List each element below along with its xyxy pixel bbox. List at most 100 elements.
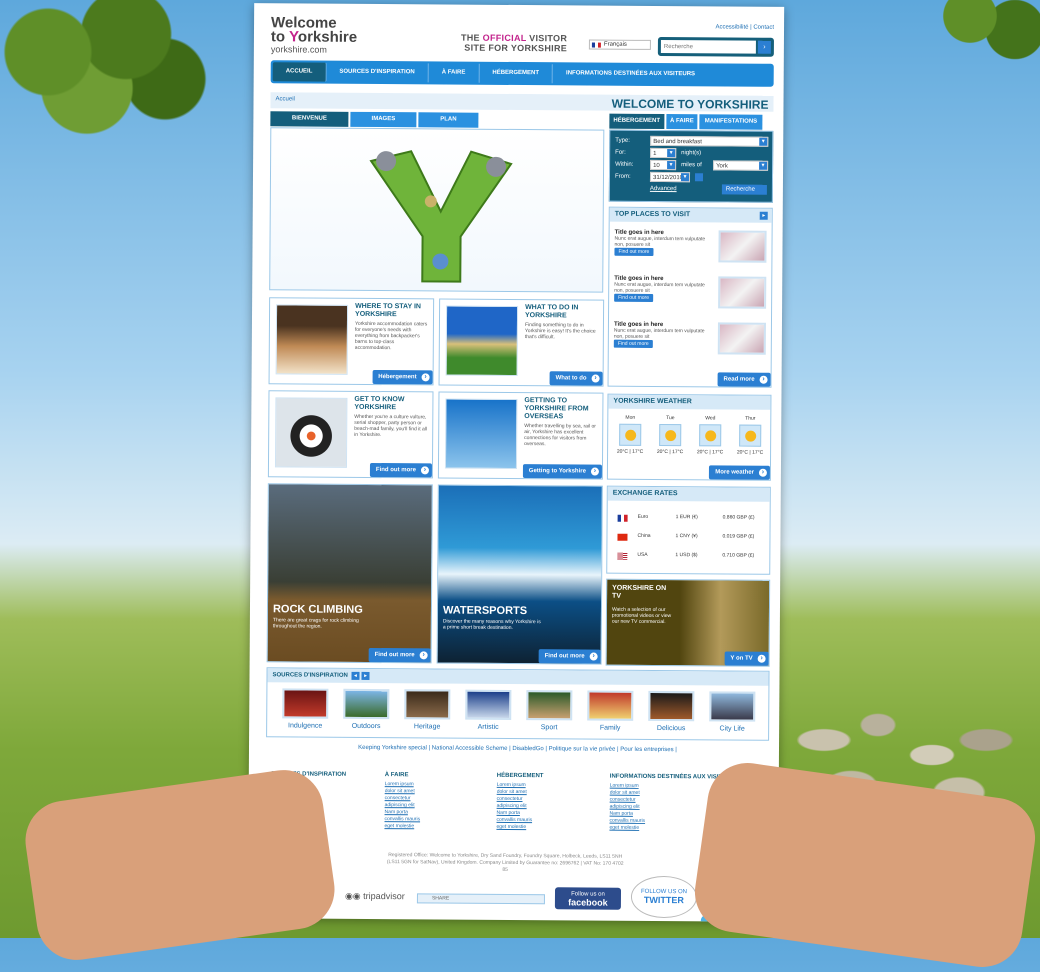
tab-plan[interactable]: PLAN: [418, 112, 479, 128]
arrow-right-icon[interactable]: ▸: [759, 211, 768, 220]
breadcrumb-bar: Accueil WELCOME TO YORKSHIRE: [270, 92, 774, 112]
tripadvisor-logo[interactable]: ◉◉ tripadvisor: [345, 891, 405, 902]
logo-url: yorkshire.com: [270, 44, 327, 55]
what-to-do-button[interactable]: What to do: [549, 371, 603, 386]
footer-link[interactable]: eget molestie: [496, 824, 543, 831]
weather-day: Mon 20°C | 17°C: [612, 415, 648, 455]
nav-hebergement[interactable]: HÉBERGEMENT: [479, 63, 554, 84]
yorkshire-on-tv-panel[interactable]: YORKSHIRE ON TV Watch a selection of our…: [605, 578, 771, 667]
nav-sources-inspiration[interactable]: SOURCES D'INSPIRATION: [326, 62, 429, 83]
inspiration-item[interactable]: Family: [584, 690, 636, 732]
find-out-more-button[interactable]: Find out more: [369, 462, 432, 478]
search-go-icon[interactable]: ›: [757, 40, 771, 54]
tab-bienvenue[interactable]: BIENVENUE: [270, 111, 349, 127]
more-weather-button[interactable]: More weather: [709, 465, 770, 480]
promo-desc: Discover the many reasons why Yorkshire …: [442, 618, 541, 631]
promo-watersports[interactable]: WATERSPORTS Discover the many reasons wh…: [436, 484, 603, 665]
currency-value: 0.710 GBP (£): [722, 552, 755, 559]
place-item: Title goes in here Nunc erat augue, inte…: [614, 276, 768, 321]
exchange-row: USA 1 USD ($) 0.710 GBP (£): [617, 552, 767, 563]
y-on-tv-button[interactable]: Y on TV: [724, 651, 769, 666]
footer-links[interactable]: Keeping Yorkshire special | National Acc…: [266, 744, 769, 754]
find-out-more-button[interactable]: Find out more: [538, 649, 601, 664]
inspiration-label: Sport: [540, 724, 558, 732]
type-select[interactable]: Bed and breakfast: [650, 135, 769, 147]
place-desc: Nunc erat augue, interdum tem vulputate …: [614, 281, 705, 294]
yorkshire-y-illustration: [369, 150, 513, 283]
find-out-more-button[interactable]: Find out more: [613, 339, 653, 348]
promo-rock-climbing[interactable]: ROCK CLIMBING There are great crags for …: [266, 483, 433, 664]
arrow-left-icon[interactable]: ◂: [351, 671, 360, 680]
calendar-icon[interactable]: [694, 173, 704, 182]
read-more-button[interactable]: Read more: [717, 372, 771, 387]
hebergement-button[interactable]: Hébergement: [372, 369, 433, 385]
nav-accueil[interactable]: ACCUEIL: [272, 62, 327, 82]
breadcrumb[interactable]: Accueil: [276, 96, 295, 102]
inspiration-item[interactable]: City Life: [706, 691, 758, 733]
tab-images[interactable]: IMAGES: [350, 111, 417, 128]
exchange-row: China 1 CNY (¥) 0.019 GBP (£): [617, 533, 767, 544]
nav-a-faire[interactable]: À FAIRE: [428, 63, 480, 83]
tab-manifestations[interactable]: MANIFESTATIONS: [699, 114, 763, 130]
inspiration-thumb: [282, 688, 329, 719]
inspiration-item[interactable]: Sport: [523, 690, 575, 731]
main-nav: ACCUEIL SOURCES D'INSPIRATION À FAIRE HÉBER…: [270, 60, 774, 87]
facebook-button[interactable]: Follow us on facebook: [554, 887, 622, 910]
currency-value: 0.860 GBP (£): [722, 514, 755, 521]
tab-a-faire[interactable]: À FAIRE: [666, 114, 698, 130]
type-label: Type:: [615, 137, 630, 144]
search-input[interactable]: [660, 40, 756, 54]
inspiration-item[interactable]: Heritage: [401, 689, 453, 730]
weather-day-name: Wed: [705, 415, 716, 422]
tree-foliage-right: [910, 0, 1040, 70]
weather-title: YORKSHIRE WEATHER: [608, 394, 771, 410]
hotel-room-image[interactable]: [275, 304, 349, 375]
inspiration-item[interactable]: Delicious: [645, 690, 697, 732]
inspiration-thumb: [709, 691, 756, 722]
nav-informations[interactable]: INFORMATIONS DESTINÉES AUX VISITEURS: [553, 64, 708, 84]
inspiration-item[interactable]: Outdoors: [340, 688, 392, 730]
arrow-right-icon[interactable]: ▸: [361, 671, 370, 680]
inspiration-item[interactable]: Artistic: [462, 689, 514, 731]
card-desc: Yorkshire accommodation caters for every…: [354, 320, 428, 352]
inspiration-label: Indulgence: [287, 722, 323, 730]
booking-search-button[interactable]: Recherche: [721, 184, 767, 195]
tv-desc: Watch a selection of our promotional vid…: [611, 606, 672, 626]
share-label: SHARE: [431, 895, 450, 902]
tagline-post: VISITOR: [526, 33, 568, 44]
place-thumbnail[interactable]: [718, 276, 767, 309]
inspiration-strip: SOURCES D'INSPIRATION ◂ ▸ Indulgence Outd…: [266, 667, 770, 741]
card-title: GET TO KNOW YORKSHIRE: [354, 395, 405, 412]
card-title: WHAT TO DO IN YORKSHIRE: [525, 304, 579, 320]
inspiration-thumb: [465, 689, 512, 720]
advanced-link[interactable]: Advanced: [650, 184, 677, 194]
share-bar[interactable]: SHARE: [416, 893, 545, 905]
find-out-more-button[interactable]: Find out more: [614, 293, 654, 302]
sun-cloud-icon: [699, 424, 722, 447]
card-desc: Whether you're a culture vulture, serial…: [354, 413, 428, 439]
inspiration-item[interactable]: Indulgence: [279, 688, 331, 730]
inspiration-thumb: [587, 690, 634, 721]
airplane-image[interactable]: [444, 398, 518, 470]
miles-select[interactable]: 10: [650, 159, 677, 171]
top-links[interactable]: Accessibilité | Contact: [715, 24, 774, 30]
twitter-button[interactable]: FOLLOW US ON TWITTER: [630, 875, 698, 919]
logo-to: to: [270, 28, 290, 46]
find-out-more-button[interactable]: Find out more: [614, 247, 654, 256]
site-logo[interactable]: Welcome to Yorkshire yorkshire.com: [270, 14, 357, 56]
nights-select[interactable]: 1: [650, 147, 677, 159]
getting-to-yorkshire-button[interactable]: Getting to Yorkshire: [522, 464, 602, 479]
place-thumbnail[interactable]: [718, 230, 767, 263]
find-out-more-button[interactable]: Find out more: [368, 647, 431, 663]
puffin-image[interactable]: [274, 397, 348, 468]
footer-link[interactable]: eget molestie: [384, 823, 420, 830]
search-box: ›: [657, 36, 774, 57]
place-thumbnail[interactable]: [717, 322, 766, 355]
date-field[interactable]: 31/12/2010: [649, 171, 691, 183]
castle-image[interactable]: [445, 305, 519, 377]
top-places-title-text: TOP PLACES TO VISIT: [614, 210, 691, 219]
language-select[interactable]: Français: [588, 39, 651, 50]
footer-column-title: À FAIRE: [384, 772, 409, 779]
tab-hebergement[interactable]: HÉBERGEMENT: [609, 113, 665, 130]
place-select[interactable]: York: [713, 160, 769, 171]
